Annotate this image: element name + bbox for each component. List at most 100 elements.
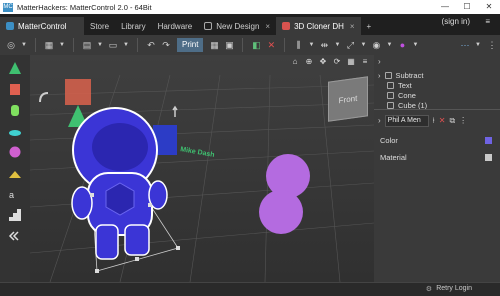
undo-icon[interactable]: ↶: [144, 38, 158, 52]
save-icon[interactable]: ▤: [80, 38, 94, 52]
delete-icon[interactable]: ✕: [264, 38, 278, 52]
rotate-view-icon[interactable]: ⟳: [332, 57, 342, 67]
edit-icon[interactable]: ⧉: [449, 116, 455, 126]
align-icon[interactable]: ⫼: [291, 38, 305, 52]
close-button[interactable]: ✕: [478, 0, 500, 14]
tab-new-design[interactable]: New Design ×: [198, 17, 276, 35]
close-tab-icon[interactable]: ×: [265, 22, 270, 31]
scale-icon[interactable]: ⤢: [343, 38, 357, 52]
torus-shape-icon[interactable]: [8, 124, 22, 138]
view-tools: ⌂ ⊕ ✥ ⟳ ▦ ≡: [290, 57, 370, 67]
divider: [137, 38, 138, 52]
menu-icon[interactable]: ≡: [485, 17, 490, 26]
tab-hardware[interactable]: Hardware: [152, 17, 199, 35]
chevron-down-icon[interactable]: ▼: [332, 38, 342, 52]
tab-store[interactable]: Store: [84, 17, 115, 35]
window-titlebar: MC MatterHackers: MatterControl 2.0 - 64…: [0, 0, 500, 14]
chevron-down-icon[interactable]: ▼: [410, 38, 420, 52]
build-plate-scene: Mike Dash: [30, 74, 374, 282]
home-view-icon[interactable]: ⌂: [290, 57, 300, 67]
tab-label: Hardware: [157, 21, 193, 31]
minimize-button[interactable]: —: [434, 0, 456, 14]
sign-in-link[interactable]: (sign in): [442, 17, 470, 26]
object-name-field[interactable]: Phil A Men: [384, 114, 429, 127]
design-icon: [204, 22, 213, 30]
retry-login-link[interactable]: Retry Login: [436, 285, 472, 292]
export-icon[interactable]: ▭: [106, 38, 120, 52]
tab-3d-cloner[interactable]: 3D Cloner DH ×: [276, 17, 361, 35]
zoom-icon[interactable]: ⊕: [304, 57, 314, 67]
close-tab-icon[interactable]: ×: [350, 22, 355, 31]
color-icon[interactable]: ●: [395, 38, 409, 52]
move-up-handle-icon[interactable]: [172, 105, 178, 117]
more-options-icon[interactable]: ⋮: [484, 38, 500, 52]
cylinder-shape-icon[interactable]: [8, 103, 22, 117]
move-view-icon[interactable]: ✥: [318, 57, 328, 67]
pin-icon[interactable]: ⍿: [433, 116, 435, 126]
tab-label: 3D Cloner DH: [294, 21, 344, 31]
panel-chevron-icon[interactable]: ›: [378, 57, 381, 66]
chevron-down-icon[interactable]: ▼: [358, 38, 368, 52]
toolbar: ◎ ▼ ▦ ▼ ▤ ▼ ▭ ▼ ↶ ↷ Print ▦ ▣ ◧ ✕ ⫼ ▼ ⇹ ▼ ⤢ ▼ ◉…: [0, 35, 500, 55]
chevron-down-icon[interactable]: ▼: [95, 38, 105, 52]
cone-shape-icon[interactable]: [8, 61, 22, 75]
add-object-icon[interactable]: ◎: [4, 38, 18, 52]
settings-icon[interactable]: ⚙: [426, 285, 432, 293]
print-button[interactable]: Print: [177, 38, 204, 52]
3d-viewport[interactable]: Mike Dash ⌂ ⊕ ✥ ⟳ ▦ ≡ Front: [30, 55, 374, 282]
tab-label: Store: [90, 21, 110, 31]
more-icon[interactable]: ⋮: [459, 116, 467, 125]
panel-divider: [374, 109, 500, 110]
sphere-shape-icon[interactable]: [8, 145, 22, 159]
collapse-icon[interactable]: [8, 229, 22, 243]
group-icon[interactable]: ▦: [207, 38, 221, 52]
cube-shape-icon[interactable]: [8, 82, 22, 96]
chevron-down-icon[interactable]: ▼: [57, 38, 67, 52]
view-grid-icon[interactable]: ▦: [346, 57, 356, 67]
divider: [35, 38, 36, 52]
divider: [73, 38, 74, 52]
copy-icon[interactable]: ◧: [249, 38, 263, 52]
tab-library[interactable]: Library: [115, 17, 151, 35]
chevron-down-icon[interactable]: ▼: [473, 38, 483, 52]
tab-mattercontrol[interactable]: MatterControl: [0, 17, 84, 35]
expand-icon[interactable]: ›: [378, 116, 381, 125]
sphere-object-bottom[interactable]: [259, 190, 303, 234]
tree-item-label: Subtract: [395, 70, 424, 80]
material-icon[interactable]: ◉: [369, 38, 383, 52]
grid-icon[interactable]: ▦: [42, 38, 56, 52]
tab-label: New Design: [216, 21, 260, 31]
new-tab-button[interactable]: +: [361, 17, 378, 35]
cube-icon: [387, 101, 394, 109]
tree-item-label: Text: [398, 80, 412, 90]
tree-item-cone[interactable]: Cone: [378, 90, 498, 100]
chevron-down-icon[interactable]: ▼: [121, 38, 131, 52]
material-swatch[interactable]: [485, 154, 492, 161]
chevron-down-icon[interactable]: ▼: [19, 38, 29, 52]
tab-label: Library: [121, 21, 146, 31]
stairs-shape-icon[interactable]: [8, 208, 22, 222]
cube-object[interactable]: [65, 79, 91, 105]
properties-panel: › › Subtract Text Cone Cube (1) › Phil A …: [374, 55, 500, 282]
app-logo-icon: MC: [3, 2, 13, 12]
mirror-icon[interactable]: ⇹: [317, 38, 331, 52]
maximize-button[interactable]: ☐: [456, 0, 478, 14]
layers-icon[interactable]: ≡: [360, 57, 370, 67]
tree-item-subtract[interactable]: › Subtract: [378, 70, 498, 80]
tab-label: MatterControl: [18, 21, 67, 31]
shape-toolbar: a: [0, 55, 30, 282]
wedge-shape-icon[interactable]: [8, 166, 22, 180]
view-options-icon[interactable]: ⋯: [458, 38, 472, 52]
chevron-down-icon[interactable]: ▼: [384, 38, 394, 52]
status-bar: ⚙ Retry Login: [0, 282, 500, 296]
text-shape-icon[interactable]: a: [8, 187, 22, 201]
tree-item-text[interactable]: Text: [378, 80, 498, 90]
object-tree: › Subtract Text Cone Cube (1): [378, 70, 498, 110]
chevron-down-icon[interactable]: ▼: [306, 38, 316, 52]
redo-icon[interactable]: ↷: [159, 38, 173, 52]
orientation-cube[interactable]: Front: [328, 76, 368, 122]
color-swatch[interactable]: [485, 137, 492, 144]
ungroup-icon[interactable]: ▣: [222, 38, 236, 52]
expand-icon[interactable]: ›: [378, 71, 381, 80]
delete-object-icon[interactable]: ✕: [439, 116, 446, 125]
